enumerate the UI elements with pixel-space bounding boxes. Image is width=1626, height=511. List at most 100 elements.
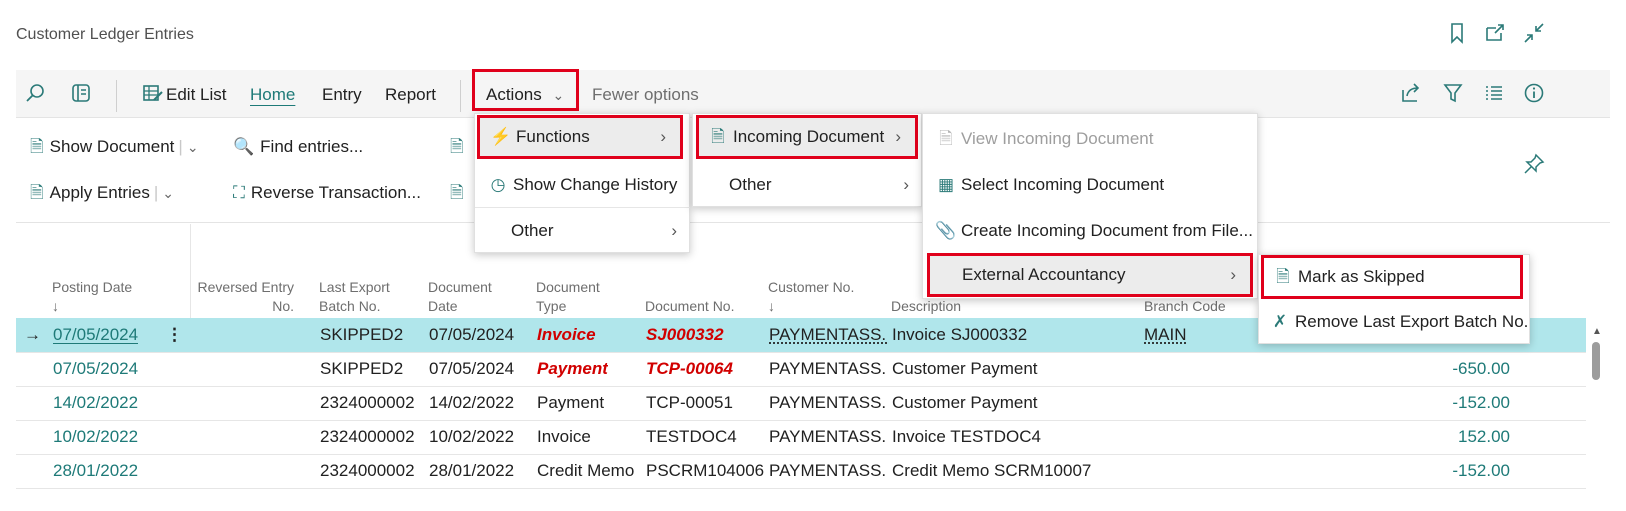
cell-posting-date[interactable]: 07/05/2024 xyxy=(53,318,138,352)
cell-amount[interactable]: -152.00 xyxy=(1410,386,1510,420)
reverse-transaction-button[interactable]: ⛶ Reverse Transaction... xyxy=(233,172,421,214)
cell-description: Invoice TESTDOC4 xyxy=(892,427,1041,446)
cell-description: Invoice SJ000332 xyxy=(892,325,1028,344)
row-selected-arrow-icon: → xyxy=(24,325,41,344)
mark-document-icon: 🗎 xyxy=(1276,267,1290,286)
share-icon[interactable] xyxy=(1398,82,1424,108)
chevron-right-icon: › xyxy=(1230,265,1236,284)
find-entries-button[interactable]: 🔍 Find entries... xyxy=(233,126,363,168)
menu-item-mark-as-skipped[interactable]: 🗎 Mark as Skipped xyxy=(1261,255,1523,299)
table-row[interactable]: 28/01/2022 2324000002 28/01/2022 Credit … xyxy=(16,454,1586,489)
edit-list-button[interactable]: Edit List xyxy=(166,82,226,108)
col-document-date[interactable]: Document Date xyxy=(428,278,492,316)
col-last-export-batch-no[interactable]: Last Export Batch No. xyxy=(319,278,390,316)
apply-entries-button[interactable]: 🗎 Apply Entries | ⌄ xyxy=(30,172,174,214)
col-document-type-label-1: Document xyxy=(536,279,600,295)
menu-item-external-accountancy[interactable]: External Accountancy › xyxy=(927,253,1253,297)
menu-item-show-change-history[interactable]: ◷ Show Change History xyxy=(475,162,691,208)
filter-pane-icon[interactable] xyxy=(68,82,94,108)
col-reversed-entry-no[interactable]: Reversed Entry No. xyxy=(190,278,294,316)
reverse-icon: ⛶ xyxy=(233,183,245,202)
cell-customer-no[interactable]: PAYMENTASS... xyxy=(769,420,887,454)
col-posting-date[interactable]: Posting Date ↓ xyxy=(52,278,132,316)
tab-home[interactable]: Home xyxy=(250,82,295,108)
chevron-down-icon[interactable]: ⌄ xyxy=(187,139,199,155)
list-view-icon[interactable] xyxy=(1481,82,1507,108)
menu-item-incoming-document-label: Incoming Document xyxy=(733,127,885,146)
sort-arrow-icon: ↓ xyxy=(768,298,775,314)
scrollbar-thumb[interactable] xyxy=(1592,342,1600,380)
fewer-options-button[interactable]: Fewer options xyxy=(592,82,699,108)
functions-menu: 🗎 Incoming Document › Other › xyxy=(692,113,922,207)
filter-icon[interactable] xyxy=(1440,82,1466,108)
menu-item-create-incoming-document[interactable]: 📎 Create Incoming Document from File... xyxy=(923,208,1259,254)
col-description[interactable]: Description xyxy=(891,297,961,316)
cell-document-no[interactable]: TCP-00051 xyxy=(646,386,733,420)
col-document-date-label-2: Date xyxy=(428,298,458,314)
menu-item-show-change-history-label: Show Change History xyxy=(513,175,678,194)
search-icon[interactable] xyxy=(22,82,48,108)
table-row[interactable]: 07/05/2024 SKIPPED2 07/05/2024 Payment T… xyxy=(16,352,1586,387)
cell-posting-date[interactable]: 10/02/2022 xyxy=(53,420,138,454)
tab-actions[interactable]: Actions ⌄ xyxy=(486,82,564,108)
more-actions-icon[interactable]: 🗎 xyxy=(450,126,464,168)
cell-document-no[interactable]: SJ000332 xyxy=(646,318,724,352)
page-title: Customer Ledger Entries xyxy=(16,26,194,43)
cell-document-no[interactable]: TESTDOC4 xyxy=(646,420,737,454)
cell-document-date: 10/02/2022 xyxy=(429,427,515,446)
menu-item-remove-last-export[interactable]: ✗ Remove Last Export Batch No. xyxy=(1259,299,1531,345)
col-branch-code[interactable]: Branch Code xyxy=(1144,297,1226,316)
cell-document-type: Invoice xyxy=(537,427,591,446)
tab-entry[interactable]: Entry xyxy=(322,82,362,108)
info-icon[interactable] xyxy=(1521,82,1547,108)
collapse-icon[interactable] xyxy=(1523,22,1545,44)
col-customer-no[interactable]: Customer No. ↓ xyxy=(768,278,854,316)
menu-item-other[interactable]: Other › xyxy=(693,162,923,208)
cell-amount[interactable]: 152.00 xyxy=(1410,420,1510,454)
cell-amount[interactable]: -650.00 xyxy=(1410,352,1510,386)
menu-item-other-label: Other xyxy=(729,175,772,194)
col-document-no[interactable]: Document No. xyxy=(645,297,734,316)
chevron-down-icon[interactable]: ⌄ xyxy=(162,185,174,201)
cell-document-no[interactable]: PSCRM104006 xyxy=(646,454,764,488)
table-row[interactable]: 14/02/2022 2324000002 14/02/2022 Payment… xyxy=(16,386,1586,421)
menu-item-other[interactable]: Other › xyxy=(475,208,691,254)
col-document-type[interactable]: Document Type xyxy=(536,278,600,316)
chevron-right-icon: › xyxy=(671,221,677,240)
cell-customer-no[interactable]: PAYMENTASS... xyxy=(769,352,887,386)
col-posting-date-label: Posting Date xyxy=(52,279,133,295)
scroll-up-icon[interactable]: ▲ xyxy=(1592,326,1602,337)
cell-document-type: Payment xyxy=(537,359,608,378)
row-menu-icon[interactable]: ⋮ xyxy=(166,318,183,352)
find-entries-label: Find entries... xyxy=(260,137,364,156)
sort-arrow-icon: ↓ xyxy=(52,298,59,314)
bookmark-icon[interactable] xyxy=(1446,22,1468,44)
cell-batch-no: SKIPPED2 xyxy=(320,325,404,344)
show-document-button[interactable]: 🗎 Show Document | ⌄ xyxy=(30,126,199,168)
menu-item-incoming-document[interactable]: 🗎 Incoming Document › xyxy=(696,115,918,159)
more-actions-icon[interactable]: 🗎 xyxy=(450,172,464,214)
cell-amount[interactable]: -152.00 xyxy=(1410,454,1510,488)
external-accountancy-menu: 🗎 Mark as Skipped ✗ Remove Last Export Bat… xyxy=(1258,254,1530,344)
cell-document-date: 28/01/2022 xyxy=(429,461,515,480)
actions-divider xyxy=(16,222,1610,223)
pin-icon[interactable] xyxy=(1522,152,1546,176)
cell-description: Customer Payment xyxy=(892,393,1038,412)
actions-menu: ⚡ Functions › ◷ Show Change History Other … xyxy=(474,113,691,254)
cell-customer-no[interactable]: PAYMENTASS... xyxy=(769,454,887,488)
tab-report[interactable]: Report xyxy=(385,82,436,108)
cell-document-no[interactable]: TCP-00064 xyxy=(646,352,733,386)
menu-item-functions[interactable]: ⚡ Functions › xyxy=(477,115,683,159)
cell-customer-no[interactable]: PAYMENTASS... xyxy=(769,386,887,420)
open-new-window-icon[interactable] xyxy=(1484,22,1506,44)
menu-item-select-incoming-document[interactable]: ▦ Select Incoming Document xyxy=(923,162,1259,208)
cell-posting-date[interactable]: 07/05/2024 xyxy=(53,352,138,386)
reverse-transaction-label: Reverse Transaction... xyxy=(250,183,421,202)
cell-customer-no[interactable]: PAYMENTASS... xyxy=(769,318,887,352)
edit-list-icon xyxy=(140,82,166,108)
cell-posting-date[interactable]: 14/02/2022 xyxy=(53,386,138,420)
menu-item-remove-last-export-label: Remove Last Export Batch No. xyxy=(1295,312,1529,331)
table-row[interactable]: 10/02/2022 2324000002 10/02/2022 Invoice… xyxy=(16,420,1586,455)
cell-branch-code[interactable]: MAIN xyxy=(1144,318,1187,352)
cell-posting-date[interactable]: 28/01/2022 xyxy=(53,454,138,488)
